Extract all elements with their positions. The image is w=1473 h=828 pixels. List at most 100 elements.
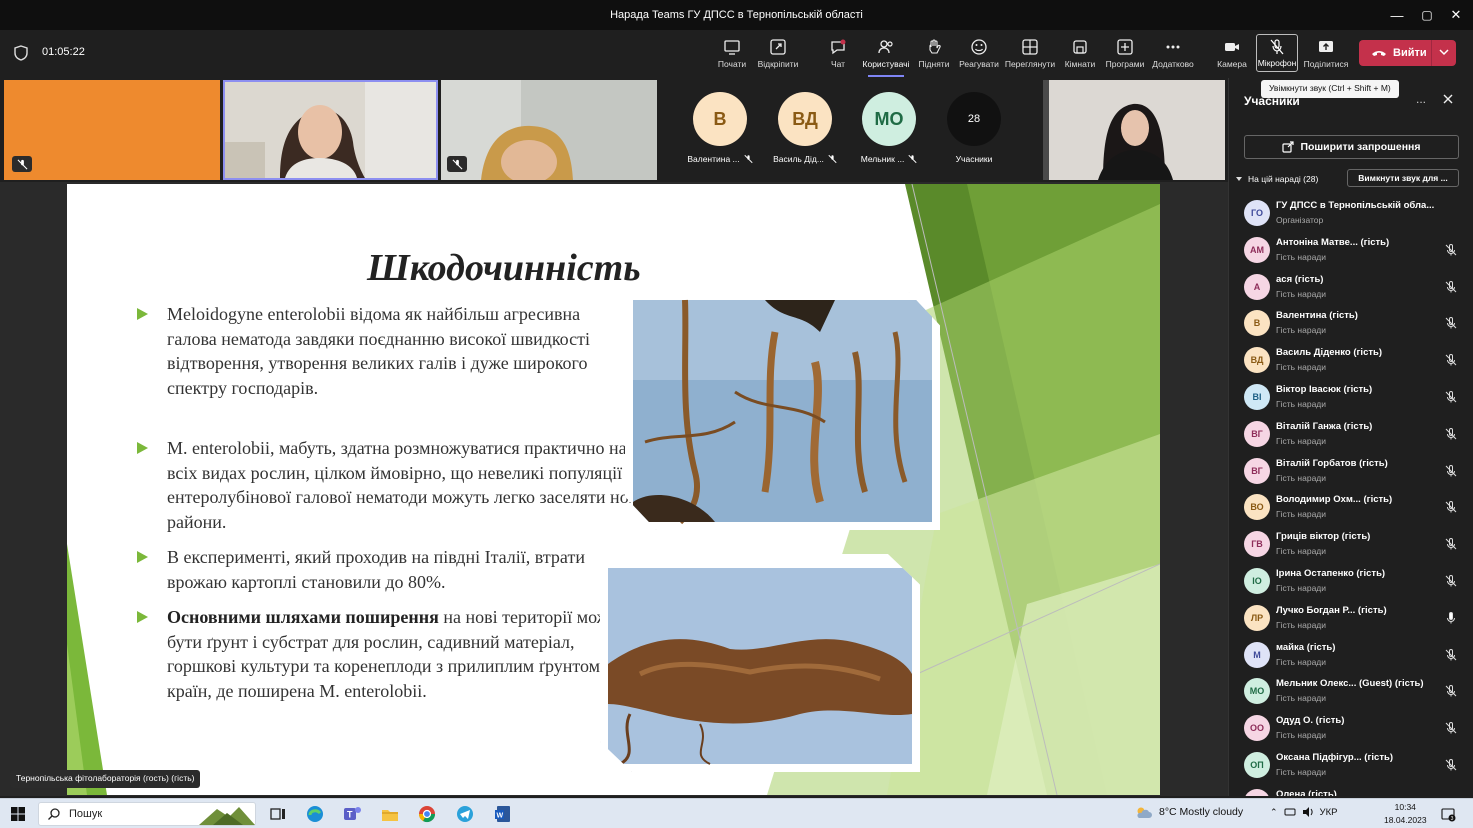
word-icon[interactable]: W — [493, 804, 513, 824]
video-tile-woman-3[interactable] — [1043, 80, 1225, 180]
avatar-tile-valentyna[interactable]: В Валентина ... — [680, 92, 760, 164]
avatar: А — [1244, 273, 1270, 300]
participant-role: Гість наради — [1276, 472, 1327, 483]
mic-off-icon[interactable] — [1444, 427, 1458, 441]
section-header[interactable]: На цій нараді (28) — [1235, 174, 1318, 184]
language-indicator[interactable]: УКР — [1320, 807, 1338, 818]
participant-row[interactable]: В Валентина (гість) Гість наради — [1244, 306, 1466, 342]
mic-off-icon[interactable] — [1444, 390, 1458, 404]
avatar-name: Валентина ... — [687, 154, 740, 164]
participant-name: Віталій Ганжа (гість) — [1276, 420, 1373, 432]
mic-off-icon[interactable] — [1444, 648, 1458, 662]
avatar: ВГ — [1244, 420, 1270, 447]
more-icon — [1166, 45, 1180, 49]
taskbar-clock[interactable]: 10:34 18.04.2023 — [1384, 801, 1427, 827]
microphone-button[interactable]: Мікрофон — [1256, 34, 1298, 72]
file-explorer-icon[interactable] — [380, 804, 400, 824]
telegram-icon[interactable] — [455, 804, 475, 824]
chevron-down-icon[interactable] — [1437, 45, 1451, 59]
slide-bullet: M. enterolobii, мабуть, здатна розмножув… — [137, 436, 647, 534]
leave-button[interactable]: Вийти — [1359, 40, 1456, 66]
avatar-tile-vasyl[interactable]: ВД Василь Дід... — [765, 92, 845, 164]
participant-row[interactable]: ВО Володимир Охм... (гість) Гість наради — [1244, 490, 1466, 526]
roots-galls-photo — [625, 292, 940, 530]
participant-row[interactable]: ІО Ірина Остапенко (гість) Гість наради — [1244, 564, 1466, 600]
participant-row[interactable]: ОО Одуд О. (гість) Гість наради — [1244, 711, 1466, 747]
more-button[interactable]: Додатково — [1149, 38, 1197, 69]
roots-image — [633, 299, 932, 525]
share-invite-button[interactable]: Поширити запрошення — [1244, 135, 1459, 159]
participant-row[interactable]: ВГ Віталій Ганжа (гість) Гість наради — [1244, 417, 1466, 453]
popout-button[interactable]: Відкріпити — [754, 38, 802, 69]
avatar-tile-melnyk[interactable]: МО Мельник ... — [849, 92, 929, 164]
participants-count-tile[interactable]: 28 Учасники — [934, 92, 1014, 164]
video-tile-orange[interactable] — [4, 80, 220, 180]
participant-row[interactable]: ВІ Віктор Івасюк (гість) Гість наради — [1244, 380, 1466, 416]
avatar: М — [1244, 641, 1270, 668]
more-label: Додатково — [1152, 59, 1194, 69]
avatar-name: Василь Дід... — [773, 154, 824, 164]
participant-row[interactable]: ЛР Лучко Богдан Р... (гість) Гість наради — [1244, 601, 1466, 637]
task-view-icon[interactable] — [268, 804, 288, 824]
camera-button[interactable]: Камера — [1208, 38, 1256, 69]
apps-button[interactable]: Програми — [1101, 38, 1149, 69]
close-window-button[interactable]: ✕ — [1439, 0, 1473, 30]
share-button[interactable]: Поділитися — [1302, 38, 1350, 69]
share-invite-label: Поширити запрошення — [1300, 141, 1421, 153]
leave-label: Вийти — [1393, 47, 1427, 59]
participant-row[interactable]: МО Мельник Олекс... (Guest) (гість) Гість … — [1244, 674, 1466, 710]
participant-row[interactable]: ОЛ Олена (гість) — [1244, 785, 1466, 796]
mic-off-icon[interactable] — [1444, 721, 1458, 735]
video-tile-woman-1[interactable] — [223, 80, 438, 180]
mic-off-icon[interactable] — [1444, 243, 1458, 257]
react-button[interactable]: Реагувати — [955, 38, 1003, 69]
search-icon — [48, 808, 60, 820]
taskbar-search[interactable]: Пошук — [38, 802, 256, 826]
rooms-button[interactable]: Кімнати — [1056, 38, 1104, 69]
title-bar: Нарада Teams ГУ ДПСС в Тернопільській об… — [0, 0, 1473, 30]
avatar: В — [1244, 310, 1270, 337]
mic-off-icon[interactable] — [1444, 574, 1458, 588]
mic-on-icon[interactable] — [1444, 611, 1458, 625]
avatar: ГО — [1244, 200, 1270, 226]
edge-icon[interactable] — [305, 804, 325, 824]
participant-row[interactable]: ГВ Гриців віктор (гість) Гість наради — [1244, 527, 1466, 563]
mic-off-icon[interactable] — [1444, 684, 1458, 698]
participant-row[interactable]: ВД Василь Діденко (гість) Гість наради — [1244, 343, 1466, 379]
participant-row[interactable]: Ммайка (гість) Гість наради — [1244, 638, 1466, 674]
view-button[interactable]: Переглянути — [1005, 38, 1055, 69]
participant-row[interactable]: ОП Оксана Підфігур... (гість) Гість наради — [1244, 748, 1466, 784]
participant-row[interactable]: Аася (гість) Гість наради — [1244, 270, 1466, 306]
participant-role: Гість наради — [1276, 583, 1327, 593]
mic-off-icon[interactable] — [1444, 353, 1458, 367]
weather-widget[interactable]: 8°C Mostly cloudy — [1135, 805, 1243, 819]
raise-hand-icon — [929, 39, 941, 54]
mute-all-button[interactable]: Вимкнути звук для ... — [1347, 169, 1459, 187]
teams-icon[interactable]: T — [342, 804, 362, 824]
mic-off-icon[interactable] — [1444, 500, 1458, 514]
mic-off-icon[interactable] — [1444, 537, 1458, 551]
volume-icon[interactable] — [1302, 806, 1314, 818]
chrome-icon[interactable] — [417, 804, 437, 824]
mic-off-icon[interactable] — [1444, 464, 1458, 478]
chat-button[interactable]: Чат — [814, 38, 862, 69]
participant-row[interactable]: ГО ГУ ДПСС в Тернопільській обла... Органі… — [1244, 196, 1466, 232]
panel-more-button[interactable]: ... — [1416, 92, 1426, 106]
mic-off-icon[interactable] — [1444, 758, 1458, 772]
window-title: Нарада Teams ГУ ДПСС в Тернопільській об… — [610, 9, 863, 21]
close-icon[interactable] — [1441, 92, 1455, 106]
participant-row[interactable]: АМ Антоніна Матве... (гість) Гість наради — [1244, 233, 1466, 269]
chevron-up-icon[interactable]: ⌃ — [1270, 807, 1278, 818]
minimize-button[interactable]: — — [1380, 0, 1414, 30]
mic-off-icon[interactable] — [1444, 316, 1458, 330]
network-icon[interactable] — [1284, 806, 1296, 818]
people-button[interactable]: Користувачі — [862, 38, 910, 77]
windows-start-icon[interactable] — [10, 806, 26, 822]
raise-hand-button[interactable]: Підняти — [910, 38, 958, 69]
notification-icon[interactable]: 3 — [1440, 806, 1456, 822]
video-tile-woman-2[interactable] — [441, 80, 657, 180]
mic-off-icon[interactable] — [1444, 280, 1458, 294]
start-cast-button[interactable]: Почати — [708, 38, 756, 69]
smiley-icon — [971, 39, 987, 55]
participant-row[interactable]: ВГ Віталій Горбатов (гість) Гість наради — [1244, 454, 1466, 490]
